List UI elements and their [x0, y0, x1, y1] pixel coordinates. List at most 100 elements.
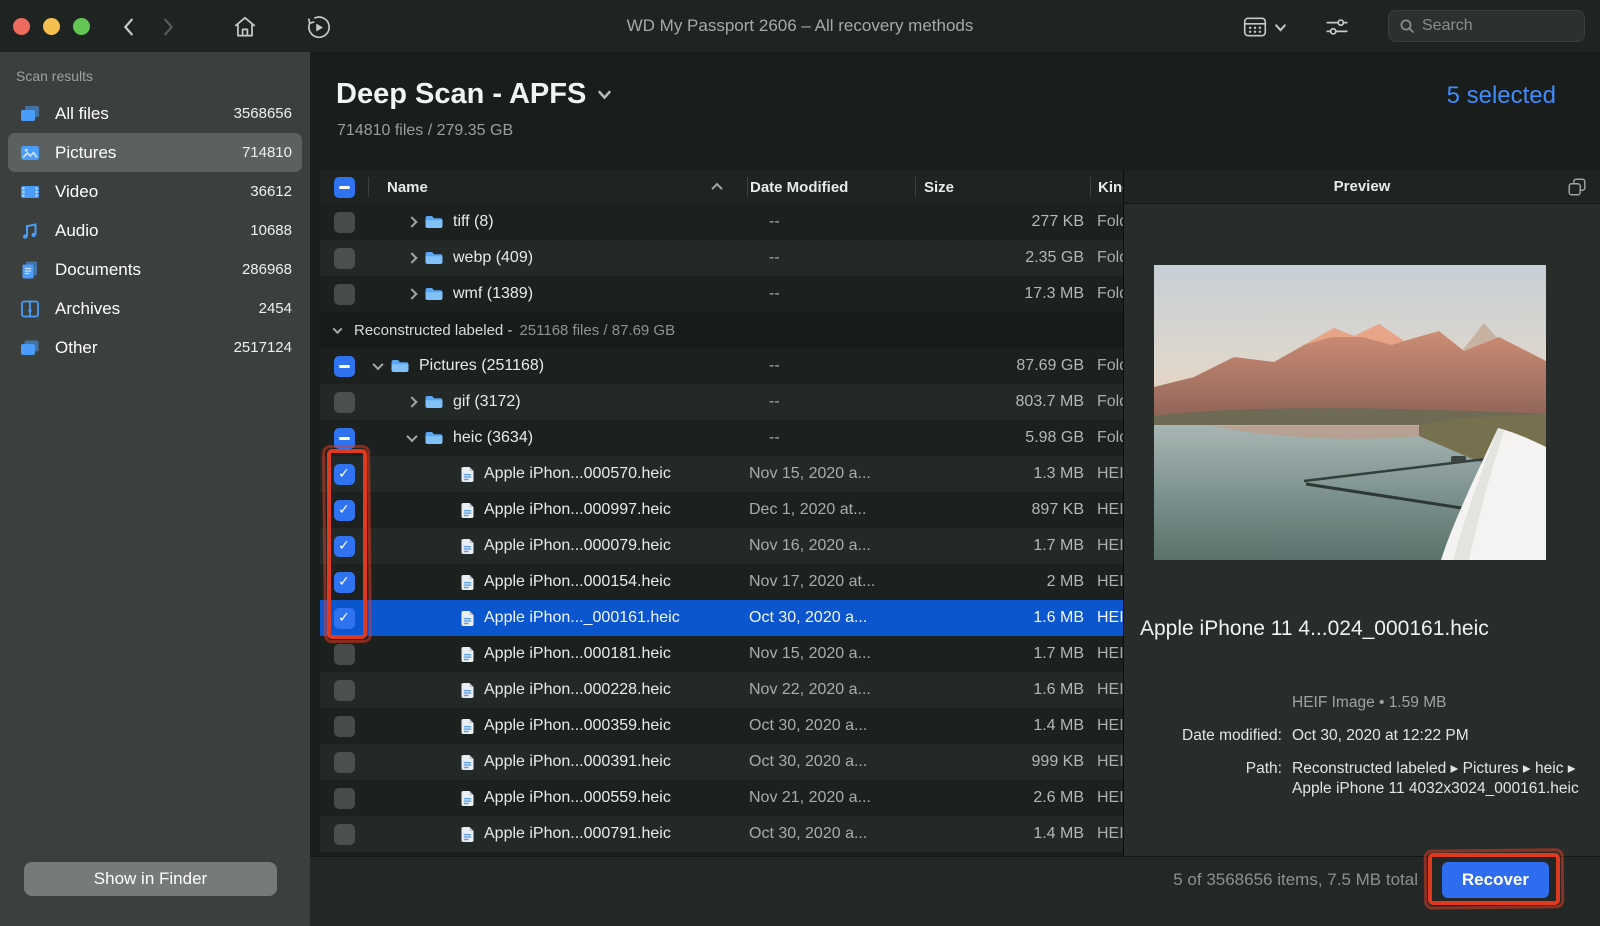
table-row[interactable]: gif (3172) -- 803.7 MB Folder [320, 384, 1123, 420]
sidebar-item-pictures[interactable]: Pictures 714810 [8, 133, 302, 172]
collapse-chevron[interactable] [320, 327, 354, 334]
file-icon [460, 790, 475, 807]
archives-icon [18, 297, 44, 321]
table-row[interactable]: Apple iPhon...000791.heic Oct 30, 2020 a… [320, 816, 1123, 852]
row-checkbox[interactable] [334, 716, 355, 737]
file-icon [460, 682, 475, 699]
selected-count: 5 selected [1447, 82, 1556, 110]
table-row[interactable]: Apple iPhon...000997.heic Dec 1, 2020 at… [320, 492, 1123, 528]
scan-results-label: Scan results [0, 52, 310, 94]
sort-ascending-icon [711, 183, 722, 194]
sidebar-item-archives[interactable]: Archives 2454 [8, 289, 302, 328]
row-checkbox[interactable] [334, 536, 355, 557]
audio-icon [18, 219, 44, 243]
sidebar-item-video[interactable]: Video 36612 [8, 172, 302, 211]
traffic-lights [13, 18, 90, 35]
sidebar-item-other[interactable]: Other 2517124 [8, 328, 302, 367]
open-preview-window-button[interactable] [1566, 176, 1588, 198]
path-label: Path: [1140, 759, 1282, 799]
recover-button[interactable]: Recover [1442, 862, 1549, 898]
expander-chevron[interactable] [368, 398, 424, 406]
expander-chevron[interactable] [368, 434, 424, 442]
table-row[interactable]: Pictures (251168) -- 87.69 GB Folder [320, 348, 1123, 384]
row-checkbox[interactable] [334, 644, 355, 665]
sidebar-item-audio[interactable]: Audio 10688 [8, 211, 302, 250]
home-button[interactable] [231, 13, 259, 41]
select-all-checkbox[interactable] [334, 177, 355, 198]
preview-kind-size: HEIF Image • 1.59 MB [1292, 693, 1586, 713]
row-checkbox[interactable] [334, 284, 355, 305]
row-checkbox[interactable] [334, 572, 355, 593]
row-checkbox[interactable] [334, 392, 355, 413]
search-field[interactable]: Search [1388, 10, 1585, 42]
row-checkbox[interactable] [334, 608, 355, 629]
show-in-finder-button[interactable]: Show in Finder [24, 862, 277, 896]
sidebar-item-documents[interactable]: Documents 286968 [8, 250, 302, 289]
minimize-button[interactable] [43, 18, 60, 35]
sliders-icon [1324, 14, 1350, 40]
table-row[interactable]: Apple iPhon...000570.heic Nov 15, 2020 a… [320, 456, 1123, 492]
column-header-name[interactable]: Name [368, 177, 747, 197]
sidebar: Scan results All files 3568656 Pictures … [0, 52, 310, 926]
expander-chevron[interactable] [368, 362, 390, 370]
zoom-button[interactable] [73, 18, 90, 35]
folder-icon [424, 430, 444, 446]
row-checkbox[interactable] [334, 248, 355, 269]
pictures-icon [18, 141, 44, 165]
rescan-button[interactable] [304, 13, 332, 41]
table-row[interactable]: Apple iPhon..._000161.heic Oct 30, 2020 … [320, 600, 1123, 636]
expander-chevron[interactable] [368, 290, 424, 298]
bottom-bar: 5 of 3568656 items, 7.5 MB total Recover [310, 856, 1600, 926]
row-checkbox[interactable] [334, 500, 355, 521]
titlebar: WD My Passport 2606 – All recovery metho… [0, 0, 1600, 52]
file-table: Name Date Modified Size Kind tiff (8) --… [320, 170, 1123, 856]
row-checkbox[interactable] [334, 788, 355, 809]
scan-subtitle: 714810 files / 279.35 GB [337, 122, 513, 140]
table-row[interactable]: Apple iPhon...000154.heic Nov 17, 2020 a… [320, 564, 1123, 600]
other-icon [18, 336, 44, 360]
table-row[interactable]: Apple iPhon...000559.heic Nov 21, 2020 a… [320, 780, 1123, 816]
folder-icon [424, 250, 444, 266]
table-row[interactable]: webp (409) -- 2.35 GB Folder [320, 240, 1123, 276]
row-checkbox[interactable] [334, 824, 355, 845]
filter-button[interactable] [1324, 13, 1350, 41]
search-icon [1399, 18, 1415, 34]
table-row[interactable]: wmf (1389) -- 17.3 MB Folder [320, 276, 1123, 312]
table-row[interactable]: Apple iPhon...000359.heic Oct 30, 2020 a… [320, 708, 1123, 744]
scan-method-selector[interactable]: Deep Scan - APFS [336, 78, 612, 111]
table-row[interactable]: Apple iPhon...000181.heic Nov 15, 2020 a… [320, 636, 1123, 672]
video-icon [18, 180, 44, 204]
folder-icon [424, 286, 444, 302]
preview-panel: Preview [1123, 170, 1600, 856]
column-header-date-modified[interactable]: Date Modified [747, 177, 915, 197]
sidebar-item-all-files[interactable]: All files 3568656 [8, 94, 302, 133]
date-modified-label: Date modified: [1140, 726, 1282, 746]
view-grid-icon [1242, 15, 1268, 39]
chevron-down-icon [597, 87, 612, 102]
expander-chevron[interactable] [368, 218, 424, 226]
expander-chevron[interactable] [368, 254, 424, 262]
home-icon [232, 14, 258, 40]
close-button[interactable] [13, 18, 30, 35]
landscape-photo [1154, 265, 1546, 560]
table-row[interactable]: heic (3634) -- 5.98 GB Folder [320, 420, 1123, 456]
table-row[interactable]: Apple iPhon...000079.heic Nov 16, 2020 a… [320, 528, 1123, 564]
table-row[interactable]: Apple iPhon...000228.heic Nov 22, 2020 a… [320, 672, 1123, 708]
row-checkbox[interactable] [334, 356, 355, 377]
row-checkbox[interactable] [334, 680, 355, 701]
row-checkbox[interactable] [334, 752, 355, 773]
section-row[interactable]: Reconstructed labeled - 251168 files / 8… [320, 312, 1123, 348]
column-header-kind[interactable]: Kind [1090, 177, 1123, 197]
row-checkbox[interactable] [334, 428, 355, 449]
back-button[interactable] [115, 13, 143, 41]
column-header-size[interactable]: Size [915, 177, 1090, 197]
view-options-button[interactable] [1242, 13, 1288, 41]
chevron-down-icon [1274, 21, 1287, 34]
table-header: Name Date Modified Size Kind [320, 170, 1123, 204]
row-checkbox[interactable] [334, 212, 355, 233]
row-checkbox[interactable] [334, 464, 355, 485]
all-files-icon [18, 102, 44, 126]
table-row[interactable]: Apple iPhon...000391.heic Oct 30, 2020 a… [320, 744, 1123, 780]
forward-button[interactable] [154, 13, 182, 41]
table-row[interactable]: tiff (8) -- 277 KB Folder [320, 204, 1123, 240]
